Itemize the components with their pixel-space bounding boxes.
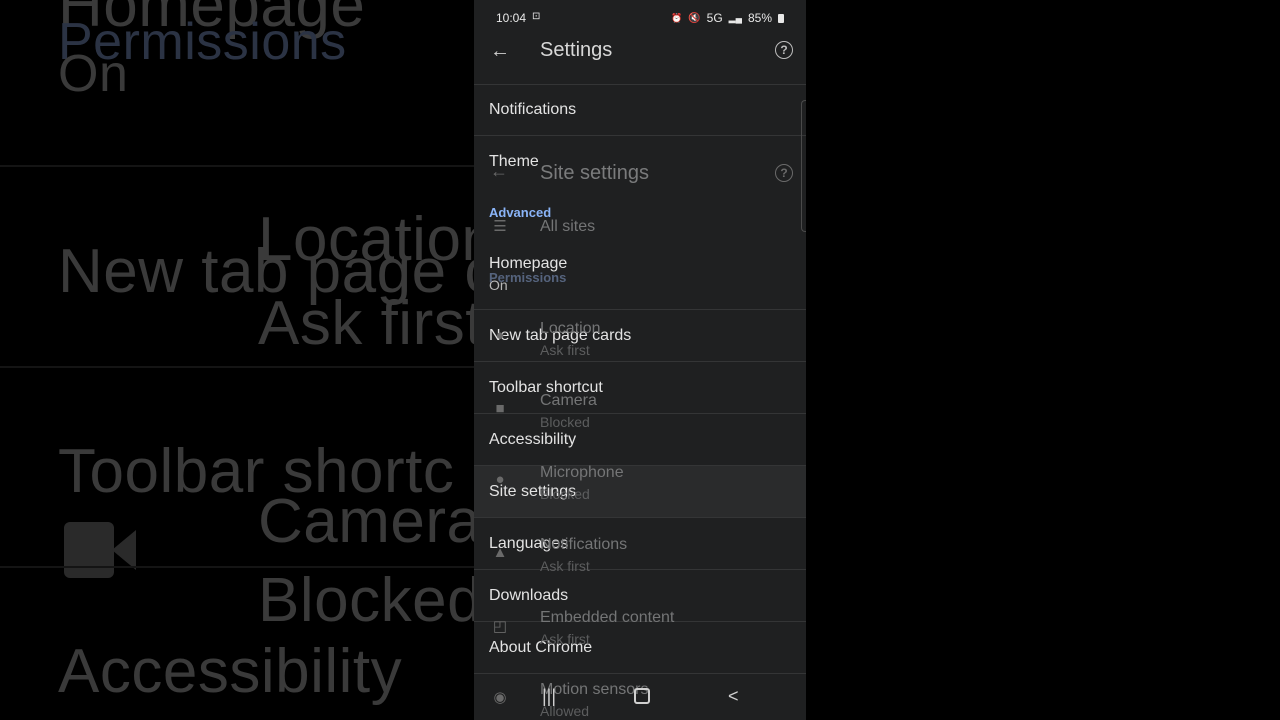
settings-item-about-chrome[interactable]: About Chrome xyxy=(474,622,806,674)
settings-item-homepage[interactable]: Homepage On xyxy=(474,238,806,310)
status-time: 10:04 xyxy=(496,11,527,25)
page-title: Settings xyxy=(540,39,613,61)
mute-icon: 🔇 xyxy=(688,12,701,24)
phone-screen: 10:04 ⊡ ⏰ 🔇 5G ▂▄ 85% ← Settings ? Notif… xyxy=(474,0,806,720)
settings-item-notifications[interactable]: Notifications xyxy=(474,84,806,136)
settings-item-downloads[interactable]: Downloads xyxy=(474,570,806,622)
status-bar: 10:04 ⊡ ⏰ 🔇 5G ▂▄ 85% xyxy=(474,0,806,34)
settings-item-label: Downloads xyxy=(489,587,569,604)
system-nav-bar: ||| < xyxy=(474,674,806,720)
battery-label: 85% xyxy=(747,11,772,25)
home-icon[interactable] xyxy=(634,688,650,709)
section-advanced: Advanced xyxy=(474,188,806,238)
alarm-icon: ⏰ xyxy=(670,12,683,23)
recent-apps-icon[interactable]: ||| xyxy=(542,686,556,707)
settings-item-label: Theme xyxy=(489,153,539,170)
settings-item-accessibility[interactable]: Accessibility xyxy=(474,414,806,466)
bg-right-panel xyxy=(806,0,1280,720)
settings-item-sub: On xyxy=(489,277,508,293)
settings-item-languages[interactable]: Languages xyxy=(474,518,806,570)
settings-item-new-tab-page-cards[interactable]: New tab page cards xyxy=(474,310,806,362)
bg-camera-icon-lens xyxy=(112,530,136,570)
app-bar: ← Settings ? xyxy=(474,34,806,85)
settings-item-label: Languages xyxy=(489,535,569,552)
settings-item-label: About Chrome xyxy=(489,639,593,656)
settings-item-label: New tab page cards xyxy=(489,327,632,344)
bg-text-ask-first: Ask first xyxy=(258,289,483,358)
bg-camera-icon xyxy=(64,522,114,578)
settings-item-theme[interactable]: Theme xyxy=(474,136,806,187)
settings-item-label: Toolbar shortcut xyxy=(489,379,603,396)
settings-item-label: Site settings xyxy=(489,483,577,500)
nav-back-icon[interactable]: < xyxy=(728,686,739,707)
settings-item-label: Accessibility xyxy=(489,431,577,448)
settings-item-site-settings[interactable]: Site settings xyxy=(474,466,806,518)
settings-item-label: Homepage xyxy=(489,255,568,272)
screenshot-icon: ⊡ xyxy=(532,11,541,22)
bg-text-camera: Camera xyxy=(258,487,482,556)
network-label: 5G xyxy=(706,11,723,25)
section-label: Advanced xyxy=(489,205,552,220)
bg-text-on: On xyxy=(58,45,129,103)
settings-item-toolbar-shortcut[interactable]: Toolbar shortcut xyxy=(474,362,806,414)
signal-icon: ▂▄ xyxy=(728,12,742,23)
settings-item-label: Notifications xyxy=(489,101,577,118)
bg-text-blocked: Blocked xyxy=(258,566,483,635)
help-circle-icon[interactable]: ? xyxy=(775,41,793,59)
arrow-left-icon[interactable]: ← xyxy=(490,40,510,63)
bg-text-accessibility: Accessibility xyxy=(58,637,403,706)
status-icons: ⏰ 🔇 5G ▂▄ 85% xyxy=(671,11,784,25)
battery-icon xyxy=(778,13,784,23)
